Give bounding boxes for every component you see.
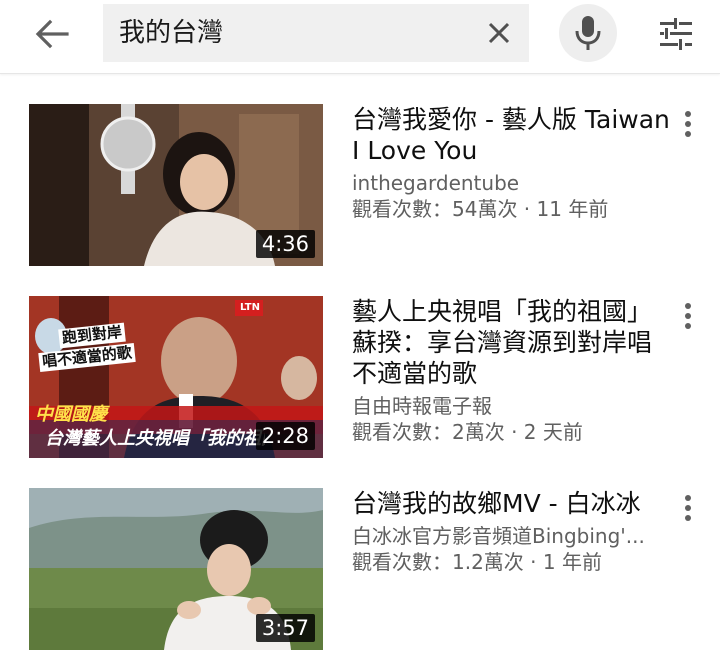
video-result[interactable]: 4:36 台灣我愛你 - 藝人版 Taiwan I Love You inthe…: [0, 104, 720, 274]
video-meta: 觀看次數：54萬次 · 11 年前: [352, 197, 609, 221]
video-thumbnail[interactable]: 4:36: [29, 104, 323, 266]
search-filters-button[interactable]: [652, 14, 700, 54]
overlay-caption-band1: 中國國慶: [35, 404, 107, 425]
voice-search-button[interactable]: [559, 4, 617, 62]
video-info: 藝人上央視唱「我的祖國」 蘇揆：享台灣資源到對岸唱 不適當的歌 自由時報電子報 …: [352, 296, 670, 445]
video-result[interactable]: 3:57 台灣我的故鄉MV - 白冰冰 白冰冰官方影音頻道Bingbing'..…: [0, 488, 720, 658]
video-duration: 2:28: [255, 422, 315, 450]
clear-search-button[interactable]: [483, 17, 515, 49]
video-title[interactable]: 台灣我愛你 - 藝人版 Taiwan I Love You: [352, 104, 670, 166]
search-input[interactable]: 我的台灣: [103, 4, 529, 62]
more-vert-icon: [685, 111, 691, 137]
video-meta: 觀看次數：2萬次 · 2 天前: [352, 420, 583, 444]
back-button[interactable]: [28, 14, 76, 54]
more-options-button[interactable]: [672, 106, 704, 142]
video-info: 台灣我的故鄉MV - 白冰冰 白冰冰官方影音頻道Bingbing'... 觀看次…: [352, 488, 670, 575]
overlay-logo: LTN: [240, 302, 260, 313]
video-info: 台灣我愛你 - 藝人版 Taiwan I Love You inthegarde…: [352, 104, 670, 222]
arrow-left-icon: [35, 19, 69, 49]
more-vert-icon: [685, 495, 691, 521]
channel-name[interactable]: 自由時報電子報: [352, 393, 670, 419]
video-title[interactable]: 台灣我的故鄉MV - 白冰冰: [352, 488, 670, 519]
close-icon: [488, 22, 510, 44]
video-thumbnail[interactable]: 3:57: [29, 488, 323, 650]
more-options-button[interactable]: [672, 490, 704, 526]
microphone-icon: [575, 16, 601, 50]
overlay-caption-band2: 台灣藝人上央視唱「我的祖國」: [45, 428, 265, 449]
channel-name[interactable]: inthegardentube: [352, 170, 670, 196]
search-query[interactable]: 我的台灣: [119, 18, 223, 48]
search-toolbar: 我的台灣: [0, 0, 720, 74]
channel-name[interactable]: 白冰冰官方影音頻道Bingbing'...: [352, 523, 670, 549]
video-duration: 3:57: [255, 614, 315, 642]
video-meta: 觀看次數：1.2萬次 · 1 年前: [352, 550, 602, 574]
video-duration: 4:36: [255, 230, 315, 258]
video-title[interactable]: 藝人上央視唱「我的祖國」 蘇揆：享台灣資源到對岸唱 不適當的歌: [352, 296, 670, 389]
more-vert-icon: [685, 303, 691, 329]
video-result[interactable]: LTN 跑到對岸 唱不適當的歌 中國國慶 台灣藝人上央視唱「我的祖國」 2:28…: [0, 296, 720, 466]
more-options-button[interactable]: [672, 298, 704, 334]
tune-icon: [660, 18, 692, 50]
video-thumbnail[interactable]: LTN 跑到對岸 唱不適當的歌 中國國慶 台灣藝人上央視唱「我的祖國」 2:28: [29, 296, 323, 458]
